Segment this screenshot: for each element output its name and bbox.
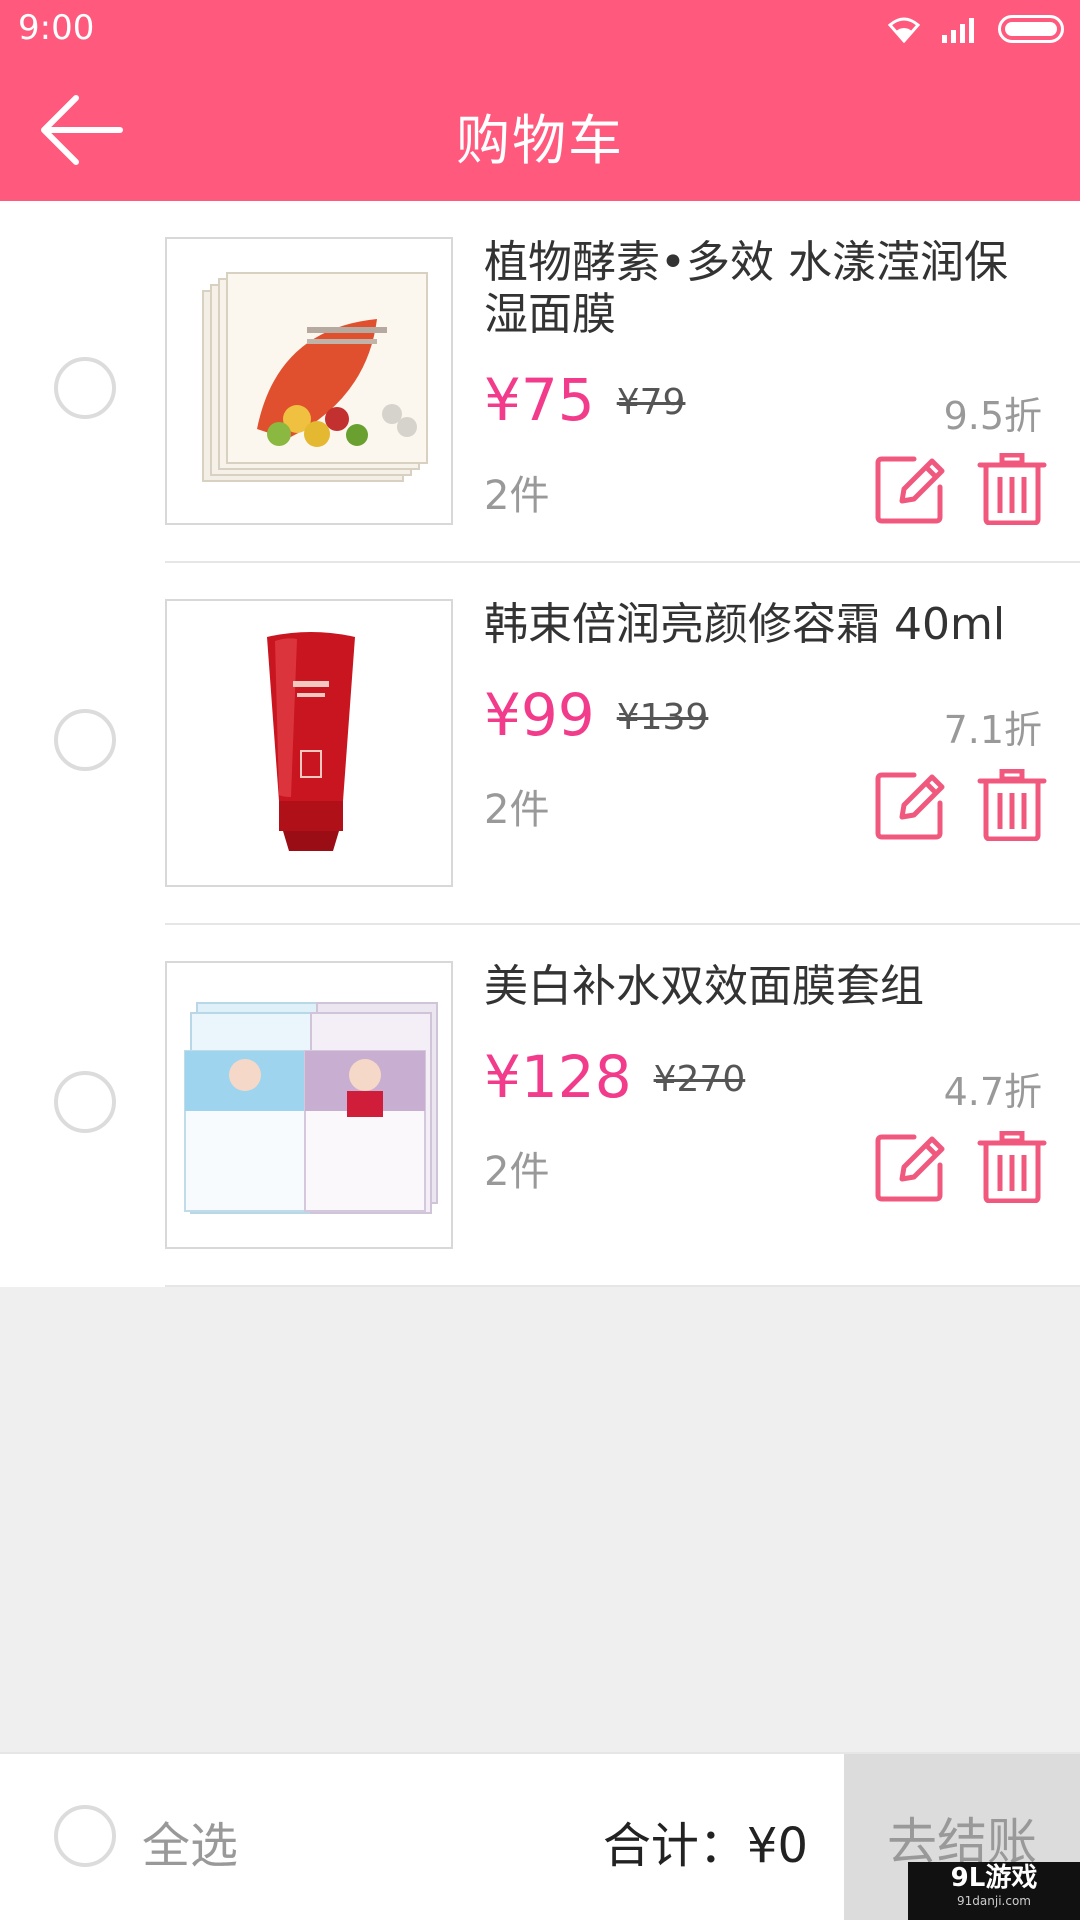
edit-icon: [875, 772, 945, 840]
trash-icon: [977, 452, 1047, 526]
product-image[interactable]: [165, 237, 453, 525]
bottom-bar: 全选 合计：¥0 去结账 9L游戏 91danji.com: [0, 1752, 1080, 1920]
watermark: 9L游戏 91danji.com: [908, 1862, 1080, 1920]
status-icons: [886, 12, 1064, 46]
signal-icon: [942, 18, 974, 43]
item-divider: [165, 1285, 1080, 1287]
discount-label: 9.5折: [943, 394, 1042, 438]
face-mask-product-image: [202, 272, 428, 482]
select-all-checkbox[interactable]: [54, 1805, 116, 1867]
original-price: ¥270: [653, 1059, 746, 1100]
status-bar: 9:00: [0, 0, 1080, 58]
wifi-icon: [887, 17, 921, 43]
edit-button[interactable]: [874, 453, 946, 525]
cream-tube-product-image: [267, 632, 355, 851]
select-all-label[interactable]: 全选: [142, 1806, 238, 1876]
mask-set-product-image: [184, 1002, 438, 1214]
item-select-checkbox[interactable]: [54, 357, 116, 419]
product-price: ¥128 ¥270: [484, 1043, 745, 1111]
item-select-checkbox[interactable]: [54, 1071, 116, 1133]
product-name[interactable]: 韩束倍润亮颜修容霜 40ml: [484, 599, 1044, 651]
current-price: ¥99: [484, 681, 595, 749]
edit-button[interactable]: [874, 1131, 946, 1203]
original-price: ¥139: [616, 697, 709, 738]
watermark-main: 9L游戏: [950, 1863, 1038, 1893]
watermark-sub: 91danji.com: [957, 1894, 1031, 1908]
status-time: 9:00: [18, 8, 95, 48]
quantity-label: 2件: [484, 787, 550, 833]
product-name[interactable]: 植物酵素•多效 水漾滢润保湿面膜: [484, 237, 1044, 341]
discount-label: 4.7折: [943, 1070, 1042, 1114]
cart-item: 韩束倍润亮颜修容霜 40ml ¥99 ¥139 7.1折 2件: [0, 563, 1080, 925]
app-bar: 购物车: [0, 58, 1080, 201]
trash-icon: [977, 1130, 1047, 1204]
product-image[interactable]: [165, 961, 453, 1249]
product-image[interactable]: [165, 599, 453, 887]
edit-icon: [875, 456, 945, 524]
cart-item: 美白补水双效面膜套组 ¥128 ¥270 4.7折 2件: [0, 925, 1080, 1287]
edit-icon: [875, 1134, 945, 1202]
delete-button[interactable]: [976, 452, 1048, 526]
cart-list: 植物酵素•多效 水漾滢润保湿面膜 ¥75 ¥79 9.5折 2件 韩束倍润亮颜修…: [0, 201, 1080, 1287]
battery-icon: [998, 15, 1064, 43]
discount-label: 7.1折: [943, 708, 1042, 752]
page-title: 购物车: [456, 109, 624, 172]
trash-icon: [977, 768, 1047, 842]
product-price: ¥99 ¥139: [484, 681, 708, 749]
current-price: ¥128: [484, 1043, 632, 1111]
delete-button[interactable]: [976, 1130, 1048, 1204]
quantity-label: 2件: [484, 1149, 550, 1195]
cart-item: 植物酵素•多效 水漾滢润保湿面膜 ¥75 ¥79 9.5折 2件: [0, 201, 1080, 563]
edit-button[interactable]: [874, 769, 946, 841]
quantity-label: 2件: [484, 473, 550, 519]
delete-button[interactable]: [976, 768, 1048, 842]
original-price: ¥79: [616, 382, 686, 423]
product-price: ¥75 ¥79: [484, 366, 685, 434]
product-name[interactable]: 美白补水双效面膜套组: [484, 961, 1044, 1013]
total-amount: 合计：¥0: [602, 1818, 808, 1874]
current-price: ¥75: [484, 366, 595, 434]
item-select-checkbox[interactable]: [54, 709, 116, 771]
